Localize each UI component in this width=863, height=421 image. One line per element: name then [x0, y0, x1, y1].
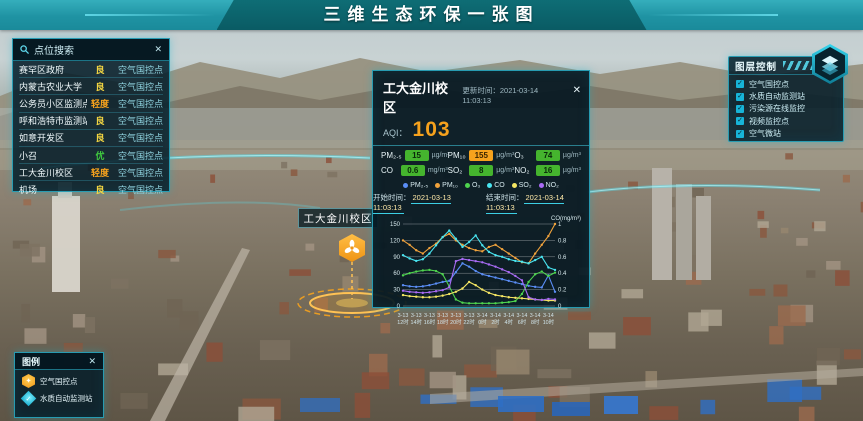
- svg-text:10时: 10时: [543, 318, 555, 326]
- title-bar: 三维生态环保一张图: [0, 0, 863, 30]
- pollutant-pm25: PM₂.₅ 15 µg/m³: [381, 150, 448, 161]
- legend-item-no2[interactable]: NO₂: [539, 182, 559, 189]
- svg-text:2时: 2时: [491, 318, 500, 326]
- update-time: 更新时间：2021-03-14 11:03:13: [462, 85, 562, 105]
- diamond-cyan-marker-icon: ✓: [21, 391, 37, 407]
- svg-text:3-14: 3-14: [543, 313, 554, 319]
- svg-text:3-14: 3-14: [530, 313, 541, 319]
- station-rows: 赛罕区政府 良 空气国控点 内蒙古农业大学 良 空气国控点 公务员小区监测点 轻…: [13, 61, 169, 198]
- pollutant-o3: O₃ 74 µg/m³: [514, 150, 581, 161]
- checkbox-checked[interactable]: ✓: [736, 93, 744, 101]
- svg-text:1: 1: [558, 222, 562, 228]
- legend-item-pm10[interactable]: PM₁₀: [435, 182, 458, 189]
- station-row[interactable]: 如意开发区 良 空气国控点: [19, 130, 163, 147]
- svg-text:3-13: 3-13: [464, 313, 475, 319]
- layers-icon: [819, 53, 841, 75]
- svg-text:3-13: 3-13: [398, 313, 409, 319]
- svg-text:16时: 16时: [424, 318, 436, 326]
- svg-text:3-14: 3-14: [517, 313, 528, 319]
- station-panel-title: 点位搜索: [34, 42, 74, 57]
- close-icon[interactable]: ✕: [88, 357, 96, 366]
- pollutant-so2: SO₂ 8 µg/m³: [448, 165, 515, 176]
- legend-item-water: ✓ 水质自动监测站: [15, 388, 103, 405]
- svg-text:0.8: 0.8: [558, 238, 567, 244]
- layer-item-micro-station[interactable]: ✓ 空气微站: [736, 128, 836, 140]
- svg-text:3-14: 3-14: [477, 313, 488, 319]
- svg-text:14时: 14时: [411, 318, 423, 326]
- svg-text:0.6: 0.6: [558, 255, 567, 261]
- svg-text:CO(mg/m³): CO(mg/m³): [551, 216, 581, 222]
- svg-text:60: 60: [393, 271, 400, 277]
- svg-text:6时: 6时: [518, 318, 527, 326]
- svg-text:3-13: 3-13: [411, 313, 422, 319]
- corner-accent: [372, 70, 382, 80]
- svg-text:12时: 12时: [397, 318, 409, 326]
- legend-item-so2[interactable]: SO₂: [512, 182, 532, 189]
- pinwheel-icon: [343, 239, 361, 257]
- layer-item-pollution-source[interactable]: ✓ 污染源在线监控: [736, 103, 836, 115]
- checkbox-checked[interactable]: ✓: [736, 130, 744, 138]
- svg-text:0: 0: [397, 304, 401, 310]
- layer-item-water-auto[interactable]: ✓ 水质自动监测站: [736, 90, 836, 102]
- time-range-row: 开始时间：2021-03-13 11:03:13 结束时间：2021-03-14…: [373, 191, 589, 214]
- station-row[interactable]: 赛罕区政府 良 空气国控点: [19, 61, 163, 78]
- legend-item-air: ✦ 空气国控点: [15, 370, 103, 388]
- map-legend-panel: 图例 ✕ ✦ 空气国控点 ✓ 水质自动监测站: [14, 352, 104, 418]
- map-marker-label[interactable]: 工大金川校区: [298, 208, 378, 228]
- svg-text:3-13: 3-13: [450, 313, 461, 319]
- station-row[interactable]: 公务员小区监测点 轻度 空气国控点: [19, 95, 163, 112]
- svg-text:0: 0: [558, 304, 562, 310]
- svg-text:30: 30: [393, 288, 400, 294]
- svg-text:150: 150: [390, 222, 401, 228]
- station-detail-popup: 工大金川校区 更新时间：2021-03-14 11:03:13 ✕ AQI： 1…: [372, 70, 590, 308]
- legend-item-o3[interactable]: O₃: [465, 182, 480, 189]
- checkbox-checked[interactable]: ✓: [736, 105, 744, 113]
- page-title: 三维生态环保一张图: [0, 0, 863, 30]
- svg-text:8时: 8时: [531, 318, 540, 326]
- layer-panel-title: 图层控制: [735, 59, 777, 73]
- legend-panel-title: 图例: [22, 355, 40, 368]
- legend-item-pm25[interactable]: PM₂.₅: [403, 182, 428, 189]
- svg-text:90: 90: [393, 255, 400, 261]
- station-list-panel: 点位搜索 ✕ 赛罕区政府 良 空气国控点 内蒙古农业大学 良 空气国控点 公务员…: [12, 38, 170, 192]
- svg-text:3-13: 3-13: [437, 313, 448, 319]
- svg-text:0时: 0时: [478, 318, 487, 326]
- app-root: 三维生态环保一张图 点位搜索 ✕ 赛罕区政府 良 空气国控点 内蒙古农业大学 良…: [0, 0, 863, 421]
- pollutant-pm10: PM₁₀ 155 µg/m³: [448, 150, 515, 161]
- station-row[interactable]: 机场 良 空气国控点: [19, 181, 163, 197]
- svg-text:20时: 20时: [450, 318, 462, 326]
- svg-text:0.4: 0.4: [558, 271, 567, 277]
- hexagon-orange-marker-icon: ✦: [22, 374, 35, 388]
- svg-text:0.2: 0.2: [558, 288, 567, 294]
- corner-accent: [580, 70, 590, 80]
- search-icon: [20, 45, 29, 54]
- pollutant-trend-chart: 0 30 60 90 120 150 0 0.2 0.4 0.6 0.8 1CO(mg/m³) 3-13…: [379, 214, 583, 330]
- legend-item-co[interactable]: CO: [487, 182, 505, 189]
- aqi-label: AQI：: [383, 126, 408, 139]
- svg-text:3-13: 3-13: [424, 313, 435, 319]
- svg-text:3-14: 3-14: [490, 313, 501, 319]
- station-row[interactable]: 工大金川校区 轻度 空气国控点: [19, 164, 163, 181]
- station-row[interactable]: 内蒙古农业大学 良 空气国控点: [19, 78, 163, 95]
- layer-item-air-national[interactable]: ✓ 空气国控点: [736, 78, 836, 90]
- svg-text:22时: 22时: [463, 318, 475, 326]
- svg-text:120: 120: [390, 238, 401, 244]
- pollutant-co: CO 0.6 mg/m³: [381, 165, 448, 176]
- pollutant-grid: PM₂.₅ 15 µg/m³ PM₁₀ 155 µg/m³ O₃ 74 µg/m…: [373, 146, 589, 181]
- station-row[interactable]: 小召 优 空气国控点: [19, 147, 163, 164]
- svg-text:18时: 18时: [437, 318, 449, 326]
- svg-text:4时: 4时: [505, 318, 514, 326]
- close-icon[interactable]: ✕: [154, 45, 162, 54]
- detail-title: 工大金川校区: [383, 78, 456, 116]
- checkbox-checked[interactable]: ✓: [736, 117, 744, 125]
- pollutant-no2: NO₂ 16 µg/m³: [514, 165, 581, 176]
- station-row[interactable]: 呼和浩特市监测站 良 空气国控点: [19, 113, 163, 130]
- svg-text:3-14: 3-14: [503, 313, 514, 319]
- close-icon[interactable]: ✕: [573, 85, 581, 96]
- checkbox-checked[interactable]: ✓: [736, 80, 744, 88]
- aqi-value: 103: [413, 118, 451, 142]
- chart-legend: PM₂.₅ PM₁₀ O₃ CO SO₂ NO₂: [373, 181, 589, 191]
- layer-item-video[interactable]: ✓ 视频监控点: [736, 115, 836, 127]
